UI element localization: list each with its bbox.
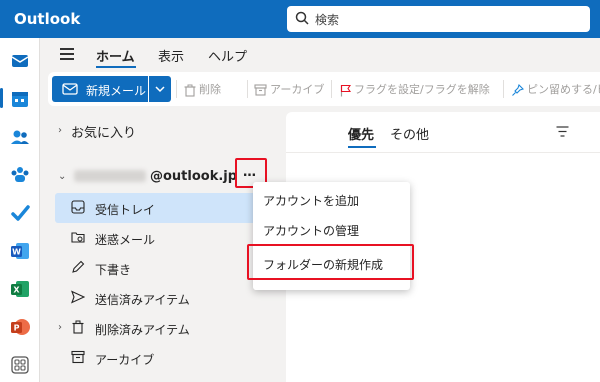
tab-view[interactable]: 表示: [158, 46, 184, 65]
folder-label: 受信トレイ: [95, 203, 156, 217]
trash-icon: [72, 320, 84, 334]
pin-icon: [512, 84, 524, 96]
app-title[interactable]: Outlook: [14, 10, 80, 28]
menu-item-label: アカウントを追加: [263, 194, 360, 208]
tab-other[interactable]: その他: [390, 124, 429, 143]
svg-text:X: X: [13, 286, 20, 295]
folder-deleted[interactable]: 削除済みアイテム: [55, 313, 261, 343]
top-bar: Outlook 検索: [0, 0, 600, 38]
search-icon: [295, 11, 309, 25]
hamburger-icon[interactable]: [60, 48, 74, 60]
folder-junk[interactable]: 迷惑メール: [55, 223, 261, 253]
archive-button[interactable]: アーカイブ: [254, 81, 324, 97]
chevron-right-icon[interactable]: ›: [58, 125, 62, 136]
menu-item-label: アカウントの管理: [263, 224, 360, 238]
divider: [286, 152, 600, 153]
trash-icon: [184, 84, 196, 97]
flag-label: フラグを設定/フラグを解除: [354, 83, 490, 96]
menu-item-manage-account[interactable]: アカウントの管理: [253, 214, 410, 246]
apps-icon[interactable]: [9, 354, 31, 376]
menu-bar: ホーム 表示 ヘルプ: [40, 38, 600, 70]
search-placeholder: 検索: [315, 13, 340, 27]
new-mail-button[interactable]: 新規メール: [52, 76, 148, 102]
new-mail-dropdown[interactable]: [149, 76, 171, 102]
active-tab-underline: [96, 66, 136, 68]
folder-label: 下書き: [95, 263, 132, 277]
junk-folder-icon: [71, 232, 85, 243]
pencil-icon: [72, 260, 85, 273]
archive-icon: [71, 350, 85, 364]
menu-item-add-account[interactable]: アカウントを追加: [253, 184, 410, 216]
folder-sent[interactable]: 送信済みアイテム: [55, 283, 261, 313]
chevron-down-icon: [155, 86, 165, 93]
folder-archive[interactable]: アーカイブ: [55, 343, 261, 373]
more-options-label: …: [243, 165, 257, 180]
pin-button[interactable]: ピン留めする/ピ: [512, 81, 600, 97]
account-name-blurred: [74, 170, 146, 182]
send-icon: [71, 290, 85, 304]
app-rail: W X P: [0, 38, 40, 382]
people-icon[interactable]: [9, 126, 31, 148]
filter-icon[interactable]: [556, 126, 569, 137]
mail-icon[interactable]: [9, 50, 31, 72]
active-indicator: [0, 88, 3, 108]
folder-pane: › お気に入り ⌄ @outlook.jp … 受信トレイ 迷惑メール 下書き …: [40, 108, 276, 382]
word-icon[interactable]: W: [9, 240, 31, 262]
flag-button[interactable]: フラグを設定/フラグを解除: [340, 81, 490, 97]
excel-icon[interactable]: X: [9, 278, 31, 300]
ribbon: 新規メール 削除 アーカイブ フラグを設定/フラグを解除 ピン留めする/ピ: [48, 72, 600, 106]
pin-label: ピン留めする/ピ: [527, 83, 600, 96]
svg-text:W: W: [12, 248, 21, 257]
tab-help[interactable]: ヘルプ: [208, 46, 247, 65]
calendar-icon[interactable]: [9, 88, 31, 110]
active-tab-underline: [348, 146, 376, 148]
groups-icon[interactable]: [9, 164, 31, 186]
delete-button[interactable]: 削除: [184, 81, 221, 97]
todo-icon[interactable]: [9, 202, 31, 224]
archive-icon: [254, 84, 267, 96]
folder-inbox[interactable]: 受信トレイ: [55, 193, 261, 223]
divider: [503, 80, 504, 98]
account-email[interactable]: @outlook.jp: [150, 169, 237, 184]
inbox-icon: [71, 200, 85, 214]
mail-icon: [62, 83, 78, 95]
tab-focused[interactable]: 優先: [348, 124, 374, 143]
search-box[interactable]: 検索: [287, 6, 590, 32]
folder-label: 送信済みアイテム: [95, 293, 190, 307]
divider: [247, 80, 248, 98]
archive-label: アーカイブ: [270, 83, 325, 96]
highlight-box: [247, 244, 414, 280]
favorites-header[interactable]: お気に入り: [71, 122, 136, 141]
folder-label: 削除済みアイテム: [95, 323, 190, 337]
svg-text:P: P: [14, 324, 20, 333]
flag-icon: [340, 84, 351, 96]
folder-drafts[interactable]: 下書き: [55, 253, 261, 283]
delete-label: 削除: [199, 83, 221, 96]
divider: [176, 80, 177, 98]
divider: [331, 80, 332, 98]
tab-home[interactable]: ホーム: [96, 46, 135, 65]
new-mail-label: 新規メール: [86, 84, 147, 98]
powerpoint-icon[interactable]: P: [9, 316, 31, 338]
chevron-down-icon[interactable]: ⌄: [58, 171, 66, 182]
folder-label: 迷惑メール: [95, 233, 156, 247]
folder-label: アーカイブ: [95, 353, 155, 367]
